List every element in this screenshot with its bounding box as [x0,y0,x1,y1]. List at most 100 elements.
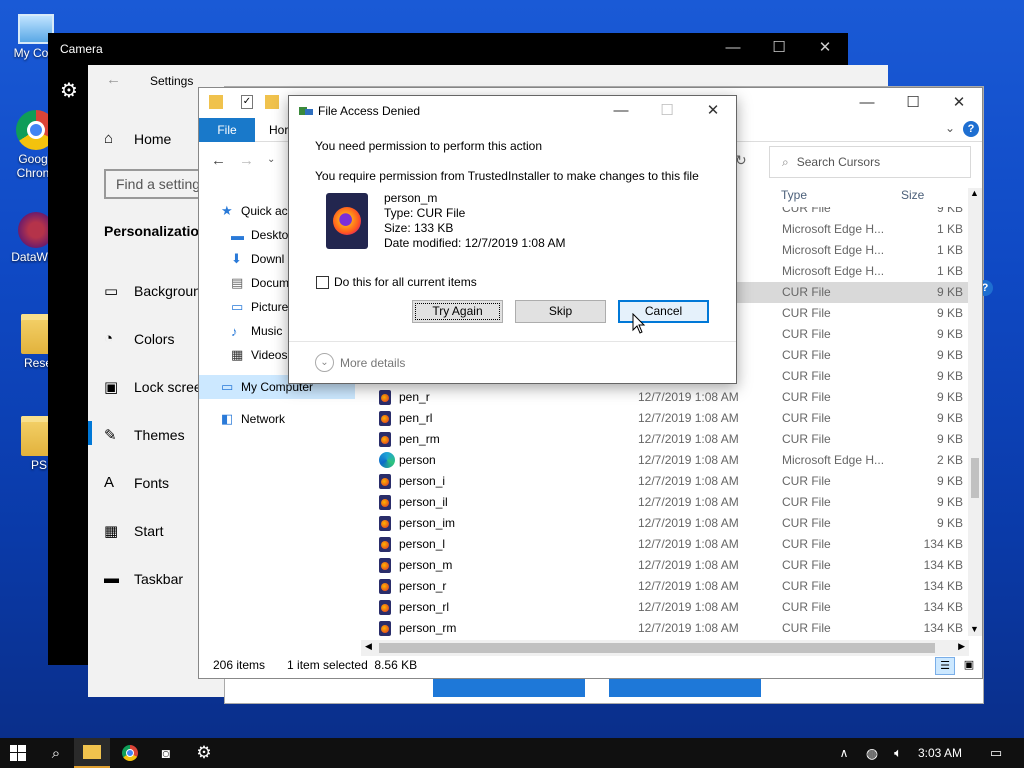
table-row[interactable]: person_im 12/7/2019 1:08 AM CUR File 9 KB [375,513,968,534]
minimize-button[interactable]: — [844,88,890,118]
scroll-left-icon[interactable]: ◀ [365,641,372,652]
document-icon: ▤ [231,275,244,290]
minimize-button[interactable]: — [598,96,644,126]
cursor-file-icon [379,495,391,510]
tab-home[interactable]: Hor [269,123,288,137]
table-row[interactable]: pen_rm 12/7/2019 1:08 AM CUR File 9 KB [375,429,968,450]
settings-item-background[interactable]: ▭ Background [104,282,209,300]
taskbar-camera[interactable]: ◙ [148,738,184,768]
blue-strip [433,679,585,697]
settings-item-fonts[interactable]: A Fonts [104,474,169,491]
table-row[interactable]: person 12/7/2019 1:08 AM Microsoft Edge H.… [375,450,968,471]
clock[interactable]: 3:03 AM [918,746,962,760]
taskbar-file-explorer[interactable] [74,738,110,768]
table-row[interactable]: pen_r 12/7/2019 1:08 AM CUR File 9 KB [375,387,968,408]
taskbar-settings[interactable]: ⚙ [186,738,222,768]
volume-control[interactable]: 🔈︎ [886,738,910,768]
back-arrow-icon[interactable]: ← [211,152,226,169]
search-icon: ⌕ [51,744,61,762]
recent-locations-icon[interactable]: ⌄ [267,154,275,165]
help-icon[interactable]: ? [963,121,979,137]
folder-icon [21,314,51,354]
scroll-up-icon[interactable]: ▲ [970,188,979,198]
table-row[interactable]: pen_rl 12/7/2019 1:08 AM CUR File 9 KB [375,408,968,429]
horizontal-scrollbar[interactable]: ◀ ▶ [361,640,969,656]
cell-size: 134 KB [923,558,963,572]
show-hidden-icons-button[interactable]: ∧ [832,738,856,768]
nav-pictures[interactable]: ▭ Picture [231,295,288,319]
notifications-button[interactable]: ▭ [978,738,1014,768]
maximize-button[interactable]: ☐ [890,88,936,118]
large-icons-view-icon[interactable]: ▣ [959,657,979,675]
table-row[interactable]: person_rl 12/7/2019 1:08 AM CUR File 134 KB [375,597,968,618]
close-button[interactable]: ✕ [802,33,848,63]
settings-item-taskbar[interactable]: ▬ Taskbar [104,570,183,587]
search-input[interactable]: ⌕ Search Cursors [769,146,971,178]
scroll-down-icon[interactable]: ▼ [970,624,979,634]
folder-icon [209,95,223,109]
new-folder-icon[interactable] [265,95,279,109]
nav-desktop[interactable]: ▬ Deskto [231,223,288,247]
scrollbar-thumb[interactable] [379,643,935,653]
collapse-ribbon-icon[interactable]: ⌄ [945,121,955,135]
scroll-right-icon[interactable]: ▶ [958,641,965,652]
back-arrow-icon[interactable]: ← [106,71,121,88]
nav-downloads[interactable]: ⬇ Downl [231,247,284,271]
nav-videos[interactable]: ▦ Videos [231,343,287,367]
close-button[interactable]: ✕ [936,88,982,118]
maximize-button[interactable]: ☐ [756,33,802,63]
settings-item-lock-screen[interactable]: ▣ Lock screen [104,378,198,396]
skip-button[interactable]: Skip [515,300,606,323]
column-header-size[interactable]: Size [901,188,924,208]
column-header-type[interactable]: Type [781,188,807,208]
settings-title: Settings [150,74,194,88]
table-row[interactable]: person_rm 12/7/2019 1:08 AM CUR File 134 KB [375,618,968,639]
cell-type: CUR File [782,600,831,614]
cell-size: 134 KB [923,621,963,635]
cell-date: 12/7/2019 1:08 AM [638,411,739,425]
cell-name: pen_rl [399,411,433,425]
cell-date: 12/7/2019 1:08 AM [638,558,739,572]
table-row[interactable]: person_m 12/7/2019 1:08 AM CUR File 134 KB [375,555,968,576]
nav-documents[interactable]: ▤ Docum [231,271,289,295]
table-row[interactable]: person_il 12/7/2019 1:08 AM CUR File 9 KB [375,492,968,513]
start-button[interactable] [0,738,36,768]
taskbar-chrome[interactable] [112,738,148,768]
apply-to-all-label[interactable]: Do this for all current items [334,275,477,289]
properties-icon[interactable]: ✓ [241,95,253,109]
cursor-file-icon [379,411,391,426]
nav-label: Picture [251,300,289,314]
cell-size: 9 KB [936,390,963,404]
cursor-file-icon [379,516,391,531]
chevron-up-icon: ∧ [839,746,849,760]
gear-icon[interactable]: ⚙ [60,78,78,103]
apply-to-all-checkbox[interactable] [316,276,329,289]
settings-item-themes[interactable]: ✎ Themes [104,426,185,444]
start-icon: ▦ [104,523,119,540]
close-button[interactable]: ✕ [690,96,736,126]
nav-music[interactable]: ♪ Music [231,319,282,343]
table-row[interactable]: person_i 12/7/2019 1:08 AM CUR File 9 KB [375,471,968,492]
more-details-toggle[interactable]: ⌄ More details [315,353,405,372]
vertical-scrollbar[interactable]: ▲ ▼ [968,188,982,636]
nav-network[interactable]: ◧ Network [221,407,285,431]
cell-type: Microsoft Edge H... [782,453,885,467]
network-status[interactable]: ◍ [860,738,884,768]
table-row[interactable]: person_l 12/7/2019 1:08 AM CUR File 134 KB [375,534,968,555]
nav-quick-access[interactable]: ★ Quick ac [221,199,288,223]
search-button[interactable]: ⌕ [38,738,74,768]
tab-file[interactable]: File [199,118,255,142]
minimize-button[interactable]: — [710,33,756,63]
settings-home[interactable]: ⌂ Home [104,130,171,147]
try-again-button[interactable]: Try Again [412,300,503,323]
settings-item-start[interactable]: ▦ Start [104,522,164,540]
scrollbar-thumb[interactable] [971,458,979,498]
table-row[interactable]: person_r 12/7/2019 1:08 AM CUR File 134 KB [375,576,968,597]
cell-size: 9 KB [936,327,963,341]
settings-item-colors[interactable]: ◔ Colors [104,330,174,347]
cell-name: person_r [399,579,447,593]
cursor-file-icon [379,600,391,615]
forward-arrow-icon[interactable]: → [239,152,254,169]
details-view-icon[interactable]: ☰ [935,657,955,675]
settings-item-label: Start [134,523,164,539]
